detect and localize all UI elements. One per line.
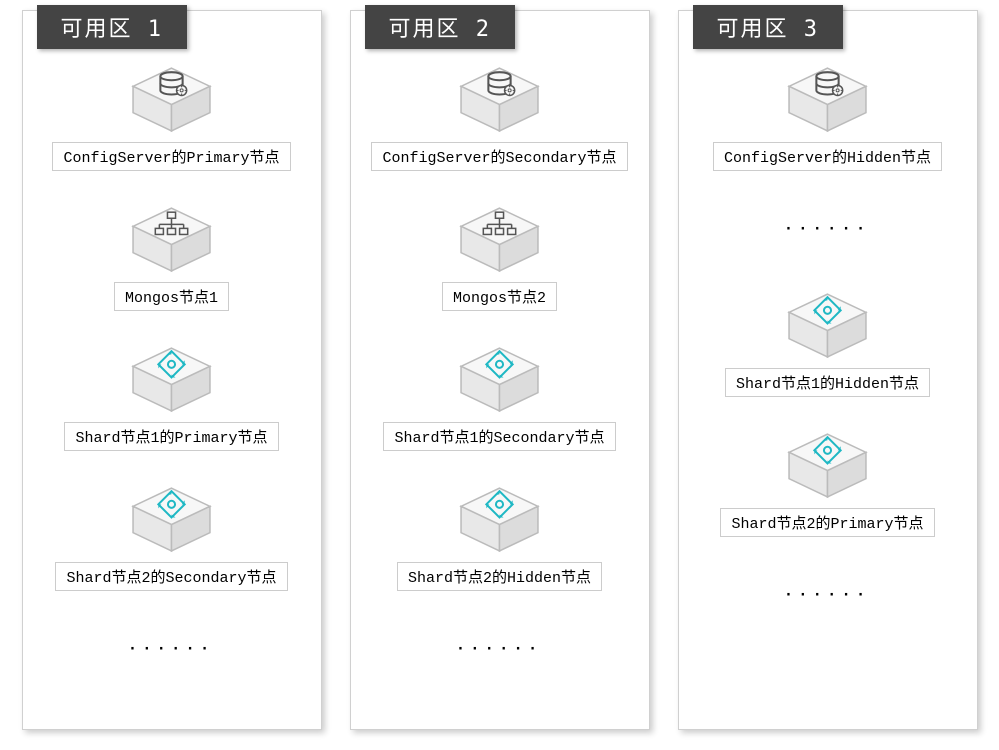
node-item: Shard节点1的Secondary节点 xyxy=(383,341,615,451)
node-item: Shard节点2的Secondary节点 xyxy=(55,481,287,591)
node-label: ConfigServer的Secondary节点 xyxy=(371,142,627,171)
node-list: ConfigServer的Secondary节点 Mongos节点2 Shard节点… xyxy=(351,31,649,677)
node-item: Shard节点1的Primary节点 xyxy=(64,341,278,451)
shard-icon xyxy=(457,481,542,556)
node-item: ConfigServer的Hidden节点 xyxy=(713,61,942,171)
node-item: Shard节点1的Hidden节点 xyxy=(725,287,930,397)
ellipsis-icon: ······ xyxy=(456,621,543,677)
zone-title: 可用区 3 xyxy=(693,5,844,49)
hierarchy-icon xyxy=(129,201,214,276)
node-label: Shard节点2的Primary节点 xyxy=(720,508,934,537)
zone-title: 可用区 1 xyxy=(37,5,188,49)
node-label: Shard节点2的Hidden节点 xyxy=(397,562,602,591)
node-label: ConfigServer的Primary节点 xyxy=(52,142,290,171)
node-item: Mongos节点2 xyxy=(442,201,557,311)
node-label: Shard节点1的Secondary节点 xyxy=(383,422,615,451)
ellipsis-icon: ······ xyxy=(784,567,871,623)
node-label: Shard节点1的Hidden节点 xyxy=(725,368,930,397)
database-icon xyxy=(129,61,214,136)
availability-zone: 可用区 1ConfigServer的Primary节点Mongos节点1Shar… xyxy=(22,10,322,730)
shard-icon xyxy=(457,341,542,416)
shard-icon xyxy=(129,481,214,556)
database-icon xyxy=(457,61,542,136)
shard-icon xyxy=(785,287,870,362)
availability-zone: 可用区 3ConfigServer的Hidden节点······Shard节点1… xyxy=(678,10,978,730)
node-label: ConfigServer的Hidden节点 xyxy=(713,142,942,171)
node-label: Mongos节点2 xyxy=(442,282,557,311)
shard-icon xyxy=(129,341,214,416)
ellipsis-icon: ······ xyxy=(128,621,215,677)
diagram-container: 可用区 1ConfigServer的Primary节点Mongos节点1Shar… xyxy=(10,10,989,730)
node-item: ConfigServer的Primary节点 xyxy=(52,61,290,171)
database-icon xyxy=(785,61,870,136)
node-item: Shard节点2的Primary节点 xyxy=(720,427,934,537)
node-item: ConfigServer的Secondary节点 xyxy=(371,61,627,171)
hierarchy-icon xyxy=(457,201,542,276)
shard-icon xyxy=(785,427,870,502)
availability-zone: 可用区 2ConfigServer的Secondary节点Mongos节点2Sh… xyxy=(350,10,650,730)
node-item: Shard节点2的Hidden节点 xyxy=(397,481,602,591)
node-list: ConfigServer的Primary节点 Mongos节点1 Shard节点1的… xyxy=(23,31,321,677)
ellipsis-icon: ······ xyxy=(784,201,871,257)
zone-title: 可用区 2 xyxy=(365,5,516,49)
node-label: Mongos节点1 xyxy=(114,282,229,311)
node-label: Shard节点1的Primary节点 xyxy=(64,422,278,451)
node-label: Shard节点2的Secondary节点 xyxy=(55,562,287,591)
node-item: Mongos节点1 xyxy=(114,201,229,311)
node-list: ConfigServer的Hidden节点 ······ Shard节点1的Hidd… xyxy=(679,31,977,623)
